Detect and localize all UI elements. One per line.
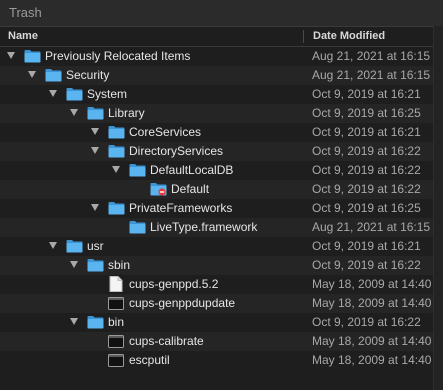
list-item[interactable]: PrivateFrameworks Oct 9, 2019 at 16:25	[0, 199, 443, 218]
item-name: System	[87, 87, 128, 101]
item-name: cups-calibrate	[129, 334, 204, 348]
item-date: May 18, 2009 at 14:40	[312, 277, 432, 291]
disclosure-expanded-icon[interactable]	[70, 261, 78, 268]
folder-icon	[129, 220, 146, 234]
item-name: sbin	[108, 258, 131, 272]
item-name: Default	[171, 182, 210, 196]
disclosure-expanded-icon[interactable]	[49, 242, 57, 249]
item-date: Aug 21, 2021 at 16:15	[312, 68, 431, 82]
item-date: May 18, 2009 at 14:40	[312, 353, 432, 367]
item-name: CoreServices	[129, 125, 202, 139]
item-date: Oct 9, 2019 at 16:25	[312, 201, 421, 215]
column-header: Name Date Modified	[0, 26, 443, 47]
list-item[interactable]: Default Oct 9, 2019 at 16:22	[0, 180, 443, 199]
restricted-folder-icon	[150, 182, 167, 196]
list-item[interactable]: Previously Relocated Items Aug 21, 2021 …	[0, 47, 443, 66]
column-header-name[interactable]: Name	[8, 27, 38, 46]
item-date: Oct 9, 2019 at 16:21	[312, 87, 421, 101]
item-name: usr	[87, 239, 104, 253]
item-name: bin	[108, 315, 125, 329]
list-item[interactable]: cups-genppdupdate May 18, 2009 at 14:40	[0, 294, 443, 313]
item-date: Oct 9, 2019 at 16:21	[312, 125, 421, 139]
terminal-icon	[108, 354, 124, 367]
disclosure-expanded-icon[interactable]	[91, 147, 99, 154]
item-name: cups-genppdupdate	[129, 296, 236, 310]
list-item[interactable]: Security Aug 21, 2021 at 16:15	[0, 66, 443, 85]
window-title: Trash	[0, 0, 443, 26]
item-date: May 18, 2009 at 14:40	[312, 334, 432, 348]
folder-icon	[108, 144, 125, 158]
item-date: Oct 9, 2019 at 16:25	[312, 106, 421, 120]
folder-icon	[129, 163, 146, 177]
folder-icon	[45, 68, 62, 82]
terminal-icon	[108, 335, 124, 348]
disclosure-expanded-icon[interactable]	[70, 318, 78, 325]
scrollbar[interactable]	[433, 26, 443, 390]
disclosure-expanded-icon[interactable]	[91, 204, 99, 211]
folder-icon	[87, 106, 104, 120]
list-item[interactable]: cups-genppd.5.2 May 18, 2009 at 14:40	[0, 275, 443, 294]
disclosure-expanded-icon[interactable]	[49, 90, 57, 97]
folder-icon	[87, 258, 104, 272]
document-icon	[109, 276, 123, 292]
item-date: May 18, 2009 at 14:40	[312, 296, 432, 310]
disclosure-expanded-icon[interactable]	[28, 71, 36, 78]
item-name: escputil	[129, 353, 170, 367]
item-name: DefaultLocalDB	[150, 163, 234, 177]
item-name: cups-genppd.5.2	[129, 277, 219, 291]
folder-icon	[66, 239, 83, 253]
list-item[interactable]: escputil May 18, 2009 at 14:40	[0, 351, 443, 370]
item-name: LiveType.framework	[150, 220, 258, 234]
item-date: Oct 9, 2019 at 16:22	[312, 163, 421, 177]
item-name: Library	[108, 106, 145, 120]
item-date: Oct 9, 2019 at 16:22	[312, 315, 421, 329]
list-item[interactable]: System Oct 9, 2019 at 16:21	[0, 85, 443, 104]
disclosure-expanded-icon[interactable]	[112, 166, 120, 173]
item-date: Aug 21, 2021 at 16:15	[312, 49, 431, 63]
folder-icon	[108, 201, 125, 215]
item-date: Oct 9, 2019 at 16:22	[312, 258, 421, 272]
list-item[interactable]: cups-calibrate May 18, 2009 at 14:40	[0, 332, 443, 351]
column-divider[interactable]	[303, 30, 304, 43]
folder-icon	[24, 49, 41, 63]
list-item[interactable]: Library Oct 9, 2019 at 16:25	[0, 104, 443, 123]
item-date: Aug 21, 2021 at 16:15	[312, 220, 431, 234]
disclosure-expanded-icon[interactable]	[7, 52, 15, 59]
list-item[interactable]: DirectoryServices Oct 9, 2019 at 16:22	[0, 142, 443, 161]
item-date: Oct 9, 2019 at 16:22	[312, 144, 421, 158]
folder-icon	[66, 87, 83, 101]
list-item[interactable]: CoreServices Oct 9, 2019 at 16:21	[0, 123, 443, 142]
item-name: DirectoryServices	[129, 144, 224, 158]
terminal-icon	[108, 297, 124, 310]
list-item[interactable]: usr Oct 9, 2019 at 16:21	[0, 237, 443, 256]
list-item[interactable]: LiveType.framework Aug 21, 2021 at 16:15	[0, 218, 443, 237]
item-date: Oct 9, 2019 at 16:21	[312, 239, 421, 253]
item-date: Oct 9, 2019 at 16:22	[312, 182, 421, 196]
finder-window: Trash Name Date Modified Previously Relo…	[0, 0, 443, 390]
list-item[interactable]: DefaultLocalDB Oct 9, 2019 at 16:22	[0, 161, 443, 180]
item-name: Security	[66, 68, 110, 82]
file-list: Previously Relocated Items Aug 21, 2021 …	[0, 47, 443, 370]
disclosure-expanded-icon[interactable]	[70, 109, 78, 116]
item-name: PrivateFrameworks	[129, 201, 233, 215]
item-name: Previously Relocated Items	[45, 49, 191, 63]
disclosure-expanded-icon[interactable]	[91, 128, 99, 135]
column-header-date-modified[interactable]: Date Modified	[313, 27, 385, 46]
folder-icon	[108, 125, 125, 139]
folder-icon	[87, 315, 104, 329]
list-item[interactable]: sbin Oct 9, 2019 at 16:22	[0, 256, 443, 275]
list-item[interactable]: bin Oct 9, 2019 at 16:22	[0, 313, 443, 332]
